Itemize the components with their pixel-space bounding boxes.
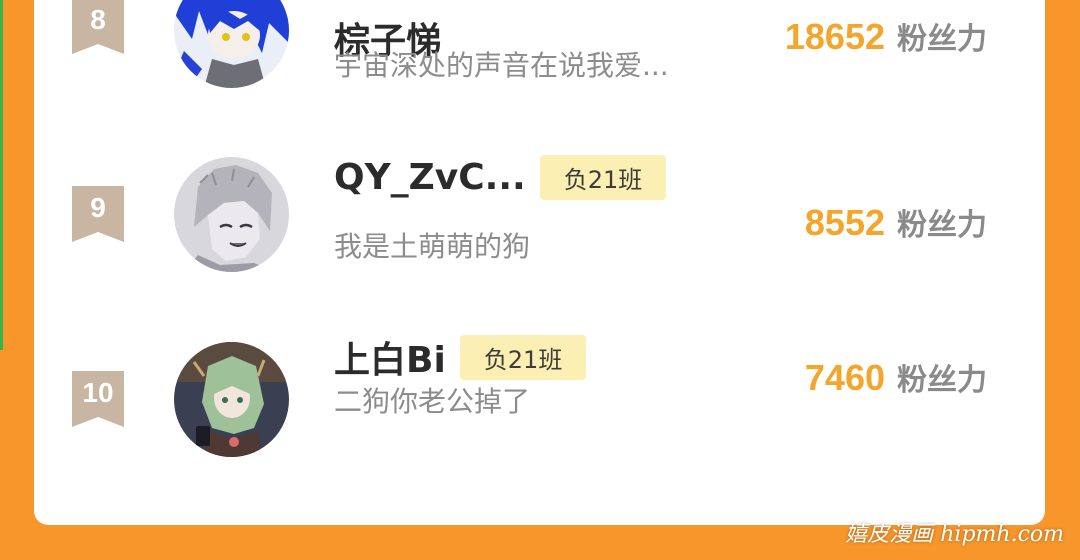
fan-power-unit: 粉丝力 bbox=[897, 363, 987, 398]
fan-power: 8552 粉丝力 bbox=[805, 200, 987, 244]
user-bio: 宇宙深处的声音在说我爱... bbox=[334, 49, 669, 82]
leaderboard-row-9[interactable]: 9 QY_ZvC... 负21班 我是土萌萌的狗 8552 粉丝力 bbox=[34, 155, 1045, 295]
class-badge[interactable]: 负21班 bbox=[539, 155, 667, 200]
rank-badge: 10 bbox=[72, 371, 124, 427]
avatar[interactable] bbox=[174, 157, 289, 272]
rank-number: 9 bbox=[90, 192, 106, 223]
blue-hair-anime-avatar-icon bbox=[174, 0, 289, 88]
fan-power-value: 18652 bbox=[784, 16, 885, 57]
user-bio: 二狗你老公掉了 bbox=[334, 385, 531, 418]
fan-power-unit: 粉丝力 bbox=[897, 208, 987, 243]
user-name[interactable]: QY_ZvC... bbox=[334, 157, 526, 198]
fan-power: 7460 粉丝力 bbox=[805, 355, 987, 399]
user-name[interactable]: 上白Bi bbox=[334, 331, 446, 383]
rank-badge: 8 bbox=[72, 0, 124, 54]
gray-sketch-avatar-icon bbox=[174, 157, 289, 272]
user-name-line: QY_ZvC... 负21班 bbox=[334, 155, 667, 200]
fan-power-value: 8552 bbox=[804, 202, 885, 243]
rank-number: 10 bbox=[82, 377, 114, 408]
avatar[interactable] bbox=[174, 0, 289, 88]
site-watermark: 嬉皮漫画 hipmh.com bbox=[845, 522, 1064, 547]
user-bio: 我是土萌萌的狗 bbox=[334, 230, 531, 263]
leaderboard-row-10[interactable]: 10 上白Bi 负21班 二狗你老公掉了 7460 粉丝力 bbox=[34, 334, 1045, 480]
green-hair-anime-avatar-icon bbox=[174, 342, 289, 457]
leaderboard-card: 8 棕子悌 宇宙深处的声音在说我爱... 18652 粉丝力 9 QY_ZvC.… bbox=[34, 0, 1045, 525]
fan-power: 18652 粉丝力 bbox=[785, 14, 987, 58]
left-edge-strip bbox=[0, 0, 3, 350]
user-name-line: 上白Bi 负21班 bbox=[334, 331, 587, 383]
class-badge[interactable]: 负21班 bbox=[459, 334, 587, 380]
rank-number: 8 bbox=[90, 4, 106, 35]
fan-power-unit: 粉丝力 bbox=[897, 22, 987, 57]
leaderboard-row-8[interactable]: 8 棕子悌 宇宙深处的声音在说我爱... 18652 粉丝力 bbox=[34, 0, 1045, 110]
rank-badge: 9 bbox=[72, 186, 124, 242]
avatar[interactable] bbox=[174, 342, 289, 457]
fan-power-value: 7460 bbox=[804, 357, 885, 398]
